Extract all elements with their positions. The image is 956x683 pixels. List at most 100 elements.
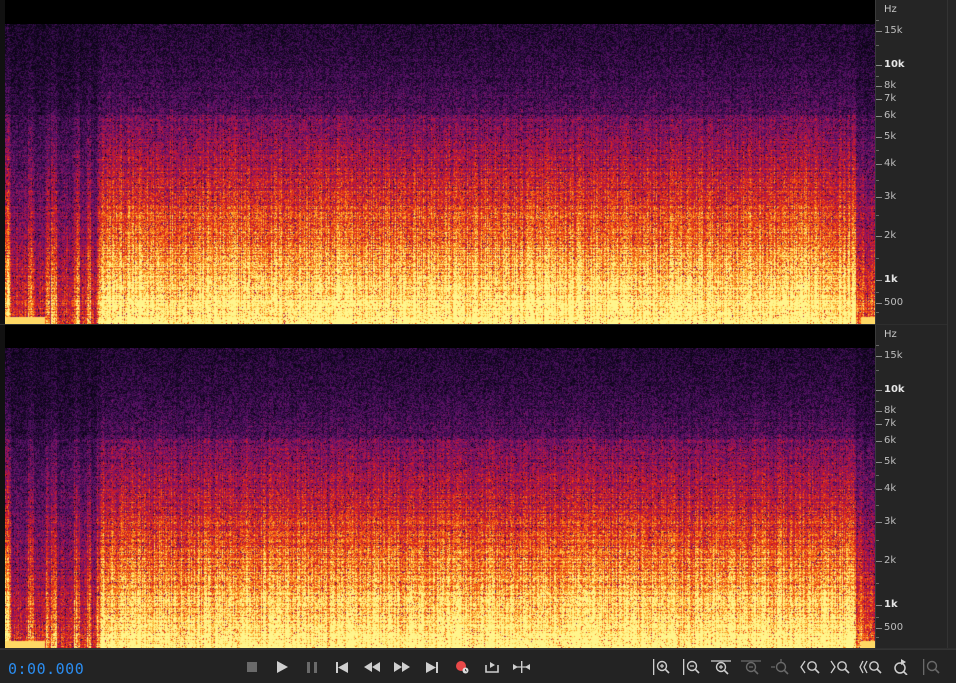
ruler-label: 3k <box>884 516 897 527</box>
ruler-tick <box>876 424 882 425</box>
play-button[interactable] <box>270 656 294 678</box>
ruler-label: 10k <box>884 59 905 70</box>
pause-button[interactable] <box>300 656 324 678</box>
spectral-channel-right[interactable]: Hz 15k 10k 8k 7k 6k 5k 4k 3k 2k 1k 500 <box>0 325 956 649</box>
zoom-out-full-both-button[interactable] <box>859 656 883 678</box>
skip-to-start-button[interactable] <box>330 656 354 678</box>
ruler-minor-tick <box>876 215 879 216</box>
vertical-scrollbar[interactable] <box>947 0 956 648</box>
zoom-to-selection-button[interactable] <box>769 656 793 678</box>
spectrogram-canvas-left[interactable] <box>5 24 875 324</box>
loop-playback-icon <box>484 661 500 674</box>
ruler-label: 7k <box>884 93 897 104</box>
ruler-minor-tick <box>876 258 879 259</box>
ruler-tick <box>876 197 882 198</box>
zoom-in-time-button[interactable] <box>709 656 733 678</box>
spectrogram-right[interactable] <box>5 348 875 648</box>
fast-forward-button[interactable] <box>390 656 414 678</box>
spectrogram-left[interactable] <box>5 24 875 324</box>
current-time: 0:00.000 <box>8 660 85 678</box>
ruler-tick <box>876 137 882 138</box>
ruler-minor-tick <box>876 505 879 506</box>
zoom-out-amplitude-button[interactable] <box>679 656 703 678</box>
play-icon <box>276 661 288 673</box>
ruler-tick <box>876 605 882 606</box>
ruler-tick <box>876 628 882 629</box>
ruler-minor-tick <box>876 292 879 293</box>
fast-forward-icon <box>394 662 410 672</box>
reset-zoom-button[interactable] <box>889 656 913 678</box>
ruler-label: 10k <box>884 384 905 395</box>
ruler-label: 15k <box>884 350 903 361</box>
ruler-unit: Hz <box>884 329 897 340</box>
ruler-tick <box>876 86 882 87</box>
frequency-ruler-left[interactable]: Hz 15k 10k 8k 7k 6k 5k 4k 3k 2k 1k 500 <box>875 0 948 324</box>
spectrogram-canvas-right[interactable] <box>5 348 875 648</box>
zoom-out-full-button[interactable] <box>739 656 763 678</box>
ruler-tick <box>876 116 882 117</box>
ruler-label: 6k <box>884 435 897 446</box>
zoom-in-at-end-icon <box>830 659 852 675</box>
zoom-in-time-icon <box>711 659 731 675</box>
ruler-label: 4k <box>884 158 897 169</box>
ruler-tick <box>876 441 882 442</box>
loop-playback-button[interactable] <box>480 656 504 678</box>
ruler-label: 8k <box>884 80 897 91</box>
record-icon <box>455 660 469 674</box>
audio-editor: Hz 15k 10k 8k 7k 6k 5k 4k 3k 2k 1k 500 Hz 15k 10k 8k… <box>0 0 956 683</box>
ruler-label: 8k <box>884 405 897 416</box>
ruler-minor-tick <box>876 180 879 181</box>
zoom-in-at-end-button[interactable] <box>829 656 853 678</box>
ruler-tick <box>876 356 882 357</box>
ruler-minor-tick <box>876 401 879 402</box>
ruler-tick <box>876 31 882 32</box>
ruler-label: 15k <box>884 25 903 36</box>
ruler-label: 1k <box>884 599 898 610</box>
skip-selection-icon <box>513 661 531 673</box>
rewind-button[interactable] <box>360 656 384 678</box>
ruler-minor-tick <box>876 20 879 21</box>
zoom-in-at-start-button[interactable] <box>799 656 823 678</box>
zoom-in-at-start-icon <box>800 659 822 675</box>
skip-selection-button[interactable] <box>510 656 534 678</box>
reset-zoom-icon <box>892 659 910 675</box>
stop-icon <box>247 662 257 672</box>
ruler-label: 2k <box>884 555 897 566</box>
ruler-minor-tick <box>876 312 879 313</box>
ruler-label: 1k <box>884 274 898 285</box>
ruler-minor-tick <box>876 617 879 618</box>
zoom-out-amplitude-icon <box>682 659 700 675</box>
zoom-menu-button[interactable] <box>919 656 943 678</box>
ruler-label: 6k <box>884 110 897 121</box>
record-button[interactable] <box>450 656 474 678</box>
ruler-tick <box>876 164 882 165</box>
ruler-minor-tick <box>876 76 879 77</box>
ruler-minor-tick <box>876 45 879 46</box>
spectral-channel-left[interactable]: Hz 15k 10k 8k 7k 6k 5k 4k 3k 2k 1k 500 <box>0 0 956 325</box>
ruler-label: 5k <box>884 131 897 142</box>
zoom-out-full-icon <box>741 659 761 675</box>
ruler-tick <box>876 99 882 100</box>
ruler-tick <box>876 489 882 490</box>
pause-icon <box>307 661 317 673</box>
ruler-tick <box>876 390 882 391</box>
ruler-label: 500 <box>884 297 904 308</box>
stop-button[interactable] <box>240 656 264 678</box>
ruler-tick <box>876 280 882 281</box>
ruler-minor-tick <box>876 150 879 151</box>
frequency-ruler-right[interactable]: Hz 15k 10k 8k 7k 6k 5k 4k 3k 2k 1k 500 <box>875 325 948 648</box>
ruler-minor-tick <box>876 540 879 541</box>
ruler-tick <box>876 303 882 304</box>
ruler-label: 3k <box>884 191 897 202</box>
ruler-minor-tick <box>876 370 879 371</box>
ruler-minor-tick <box>876 637 879 638</box>
ruler-label: 2k <box>884 230 897 241</box>
skip-to-end-button[interactable] <box>420 656 444 678</box>
ruler-minor-tick <box>876 475 879 476</box>
ruler-tick <box>876 462 882 463</box>
ruler-tick <box>876 561 882 562</box>
zoom-in-amplitude-icon <box>652 659 670 675</box>
ruler-unit: Hz <box>884 4 897 15</box>
zoom-in-amplitude-button[interactable] <box>649 656 673 678</box>
ruler-label: 4k <box>884 483 897 494</box>
